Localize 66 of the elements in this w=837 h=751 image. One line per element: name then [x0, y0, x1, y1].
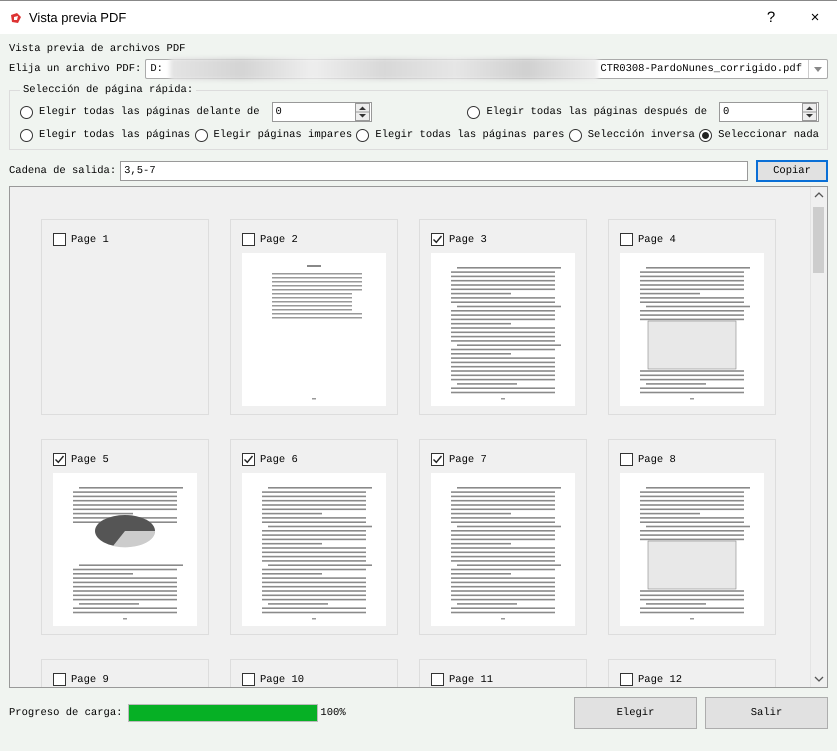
option-label: Elegir páginas impares [214, 129, 352, 141]
page-card[interactable]: Page 3 [419, 219, 587, 415]
checkbox[interactable] [53, 453, 66, 466]
output-field[interactable]: 3,5-7 [120, 161, 748, 181]
spin-box[interactable]: 0 [272, 102, 372, 122]
page-label: Page 6 [260, 454, 298, 466]
checkbox[interactable] [53, 673, 66, 686]
page-label: Page 11 [449, 674, 494, 686]
page-label: Page 1 [71, 234, 109, 246]
checkbox[interactable] [53, 233, 66, 246]
page-label: Page 5 [71, 454, 109, 466]
scrollbar[interactable] [810, 187, 827, 687]
checkbox[interactable] [242, 673, 255, 686]
option-label: Elegir todas las páginas pares [375, 129, 564, 141]
radio-button[interactable] [467, 106, 480, 118]
dialog-button[interactable]: Salir [705, 697, 828, 729]
radio-button[interactable] [194, 128, 208, 142]
checkbox[interactable] [431, 453, 444, 466]
radio-button[interactable] [356, 128, 370, 142]
dialog-button[interactable]: Elegir [574, 697, 697, 729]
page-label: Page 12 [638, 674, 682, 686]
option-label: Elegir todas las páginas después de [486, 106, 707, 118]
page-card[interactable]: Page 7 [419, 439, 587, 635]
page-card[interactable]: Page 5 [41, 439, 209, 635]
scroll-thumb[interactable] [813, 207, 824, 273]
checkbox[interactable] [620, 233, 633, 246]
radio-button[interactable] [20, 128, 33, 142]
option-label: Selección inversa [588, 129, 695, 141]
dropdown-caret-icon [814, 66, 822, 72]
copy-button[interactable]: Copiar [756, 160, 828, 182]
radio-button[interactable] [699, 128, 712, 142]
help-button[interactable]: ? [749, 9, 793, 26]
page-label: Page 10 [260, 674, 304, 686]
window-title: Vista previa PDF [29, 10, 128, 25]
option-label: Seleccionar nada [718, 129, 819, 141]
radio-button[interactable] [20, 106, 33, 118]
heading: Vista previa de archivos PDF [9, 42, 186, 57]
page-card[interactable]: Page 2 [230, 219, 398, 415]
page-label: Page 9 [71, 674, 109, 686]
file-label: Elija un archivo PDF: [9, 63, 142, 75]
file-dropdown[interactable]: D: CTR0308-PardoNunes_corrigido.pdf [145, 59, 828, 79]
page-card[interactable]: Page 8 [608, 439, 776, 635]
page-label: Page 4 [638, 234, 676, 246]
checkbox[interactable] [242, 233, 255, 246]
page-card[interactable]: Page 6 [230, 439, 398, 635]
radio-button[interactable] [568, 128, 582, 142]
output-label: Cadena de salida: [9, 165, 116, 177]
option-label: Elegir todas las páginas [39, 129, 190, 141]
progress-reading: 100% [320, 707, 347, 719]
checkbox[interactable] [620, 673, 633, 686]
checkbox[interactable] [431, 673, 444, 686]
checkbox[interactable] [620, 453, 633, 466]
close-button[interactable]: × [793, 9, 837, 26]
spin-box[interactable]: 0 [719, 102, 819, 122]
page-card[interactable]: Page 1 [41, 219, 209, 415]
page-card[interactable]: Page 4 [608, 219, 776, 415]
progress-label: Progreso de carga: [9, 707, 122, 719]
page-label: Page 8 [638, 454, 676, 466]
checkbox[interactable] [242, 453, 255, 466]
app-icon [9, 10, 23, 24]
page-label: Page 2 [260, 234, 298, 246]
option-label: Elegir todas las páginas delante de [39, 106, 260, 118]
page-label: Page 7 [449, 454, 487, 466]
page-label: Page 3 [449, 234, 487, 246]
checkbox[interactable] [431, 233, 444, 246]
group-title: Selección de página rápida: [22, 84, 194, 96]
